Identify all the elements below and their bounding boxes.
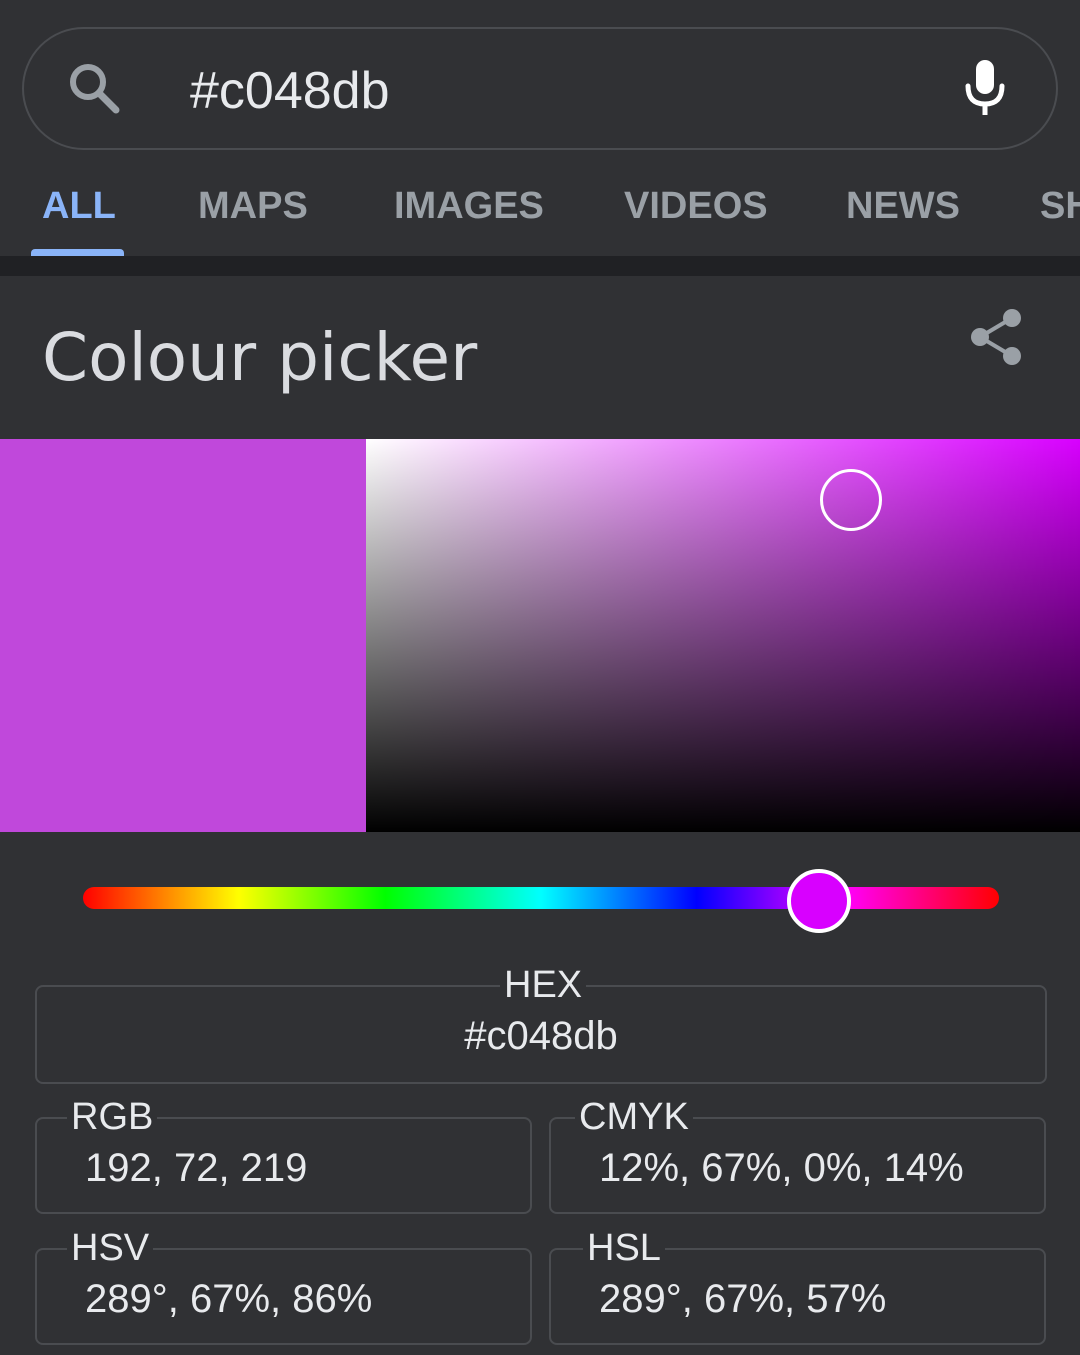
section-divider (0, 256, 1080, 276)
active-tab-indicator (31, 249, 124, 256)
search-input[interactable]: #c048db (190, 60, 390, 122)
search-tabs: ALL MAPS IMAGES VIDEOS NEWS SHOPPING (0, 176, 1080, 256)
rgb-value[interactable]: 192, 72, 219 (85, 1145, 307, 1191)
tab-maps[interactable]: MAPS (198, 184, 308, 228)
hsl-value[interactable]: 289°, 67%, 57% (599, 1276, 886, 1322)
search-bar[interactable] (22, 27, 1058, 150)
hsl-label: HSL (583, 1226, 665, 1270)
hex-label: HEX (500, 963, 587, 1007)
hsv-field[interactable]: HSV 289°, 67%, 86% (35, 1226, 532, 1345)
card-title: Colour picker (42, 319, 478, 396)
hue-slider-track[interactable] (83, 887, 999, 909)
color-preview-swatch (0, 439, 366, 832)
tab-shopping[interactable]: SHOPPING (1040, 184, 1080, 228)
tab-all[interactable]: ALL (42, 184, 116, 228)
cmyk-label: CMYK (575, 1095, 693, 1139)
hsv-value[interactable]: 289°, 67%, 86% (85, 1276, 372, 1322)
hex-value[interactable]: #c048db (37, 1013, 1045, 1059)
tab-images[interactable]: IMAGES (394, 184, 544, 228)
saturation-value-cursor[interactable] (820, 469, 882, 531)
rgb-label: RGB (67, 1095, 158, 1139)
cmyk-value[interactable]: 12%, 67%, 0%, 14% (599, 1145, 964, 1191)
cmyk-field[interactable]: CMYK 12%, 67%, 0%, 14% (549, 1095, 1046, 1214)
hsl-field[interactable]: HSL 289°, 67%, 57% (549, 1226, 1046, 1345)
hex-field[interactable]: HEX #c048db (35, 963, 1047, 1084)
hue-slider-thumb[interactable] (787, 869, 851, 933)
saturation-value-area[interactable] (366, 439, 1080, 832)
tab-videos[interactable]: VIDEOS (624, 184, 768, 228)
rgb-field[interactable]: RGB 192, 72, 219 (35, 1095, 532, 1214)
search-icon[interactable] (66, 60, 122, 116)
hsv-label: HSV (67, 1226, 154, 1270)
tab-news[interactable]: NEWS (846, 184, 960, 228)
share-icon[interactable] (968, 306, 1026, 368)
mic-icon[interactable] (962, 58, 1008, 118)
